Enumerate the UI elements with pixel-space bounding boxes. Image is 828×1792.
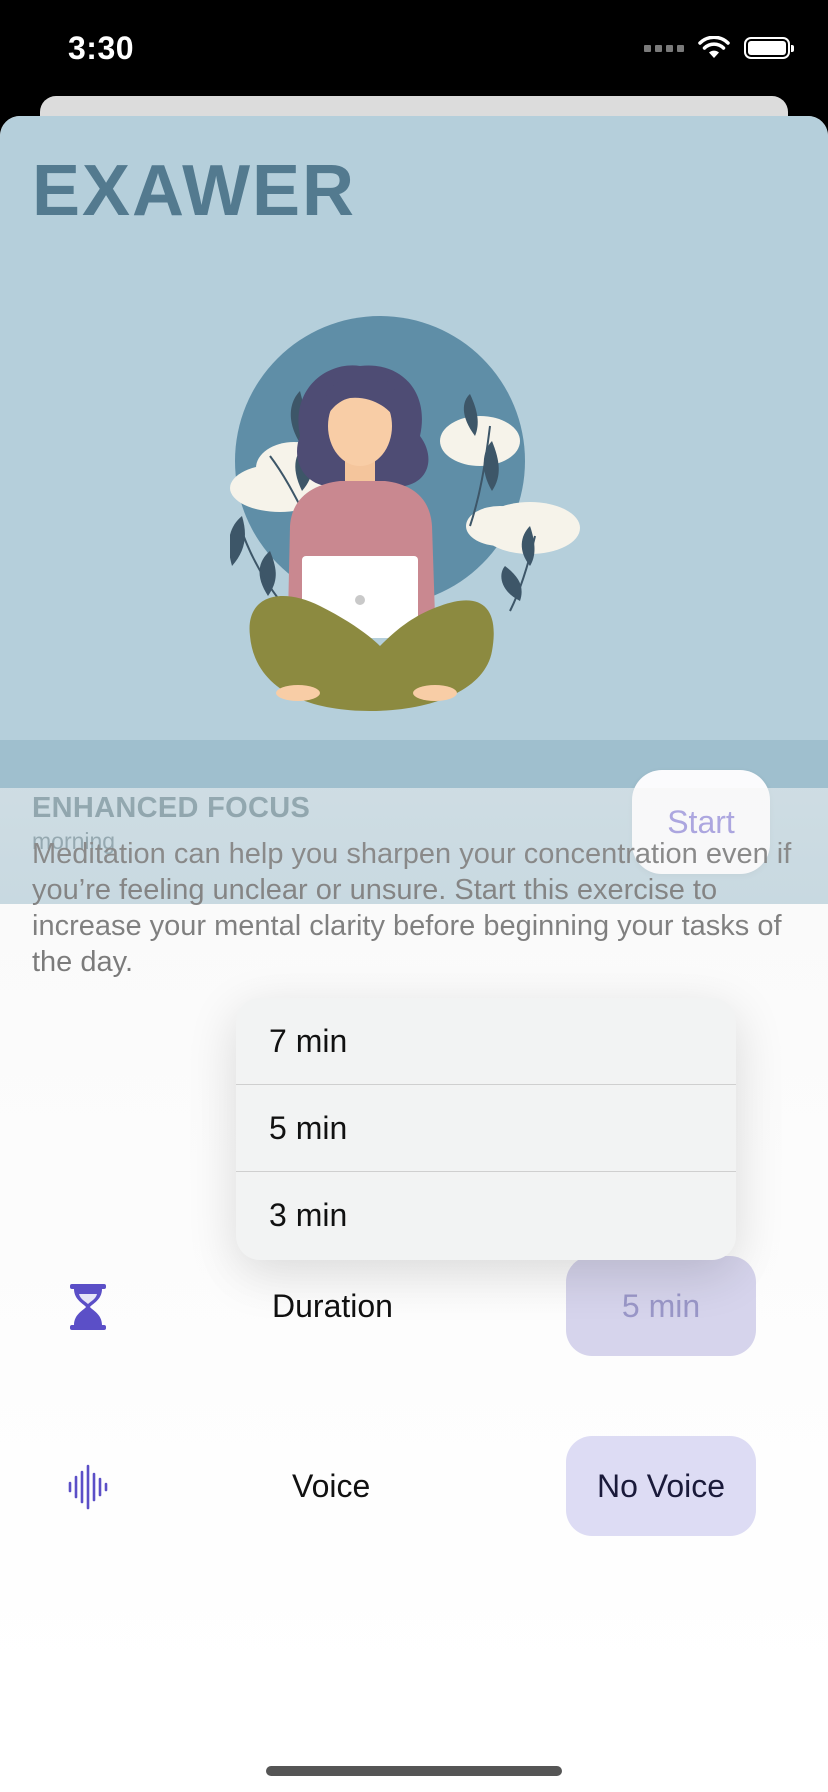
duration-row: Duration 5 min xyxy=(0,1256,828,1356)
status-time: 3:30 xyxy=(68,30,135,66)
menu-item-5-min[interactable]: 5 min xyxy=(236,1085,736,1172)
duration-menu: 7 min 5 min 3 min xyxy=(236,998,736,1260)
voice-button[interactable]: No Voice xyxy=(566,1436,756,1536)
status-bar: 3:30 xyxy=(0,0,828,100)
voice-label: Voice xyxy=(292,1468,371,1504)
status-icons xyxy=(644,36,794,60)
session-title: ENHANCED FOCUS xyxy=(32,792,311,824)
brand-title: EXAWER xyxy=(32,151,357,231)
menu-item-7-min[interactable]: 7 min xyxy=(236,998,736,1085)
duration-button[interactable]: 5 min xyxy=(566,1256,756,1356)
signal-icon xyxy=(644,44,684,52)
battery-icon xyxy=(744,37,794,59)
meditating-woman-illustration xyxy=(230,316,580,711)
description-text: Meditation can help you sharpen your con… xyxy=(32,838,792,978)
duration-label: Duration xyxy=(272,1288,393,1324)
menu-item-3-min[interactable]: 3 min xyxy=(236,1172,736,1259)
hourglass-icon xyxy=(70,1284,106,1330)
sound-wave-icon xyxy=(68,1464,108,1510)
wifi-icon xyxy=(698,36,730,58)
voice-row: Voice No Voice xyxy=(0,1436,828,1536)
home-indicator[interactable] xyxy=(266,1766,562,1776)
hero-section: EXAWER xyxy=(0,116,828,740)
